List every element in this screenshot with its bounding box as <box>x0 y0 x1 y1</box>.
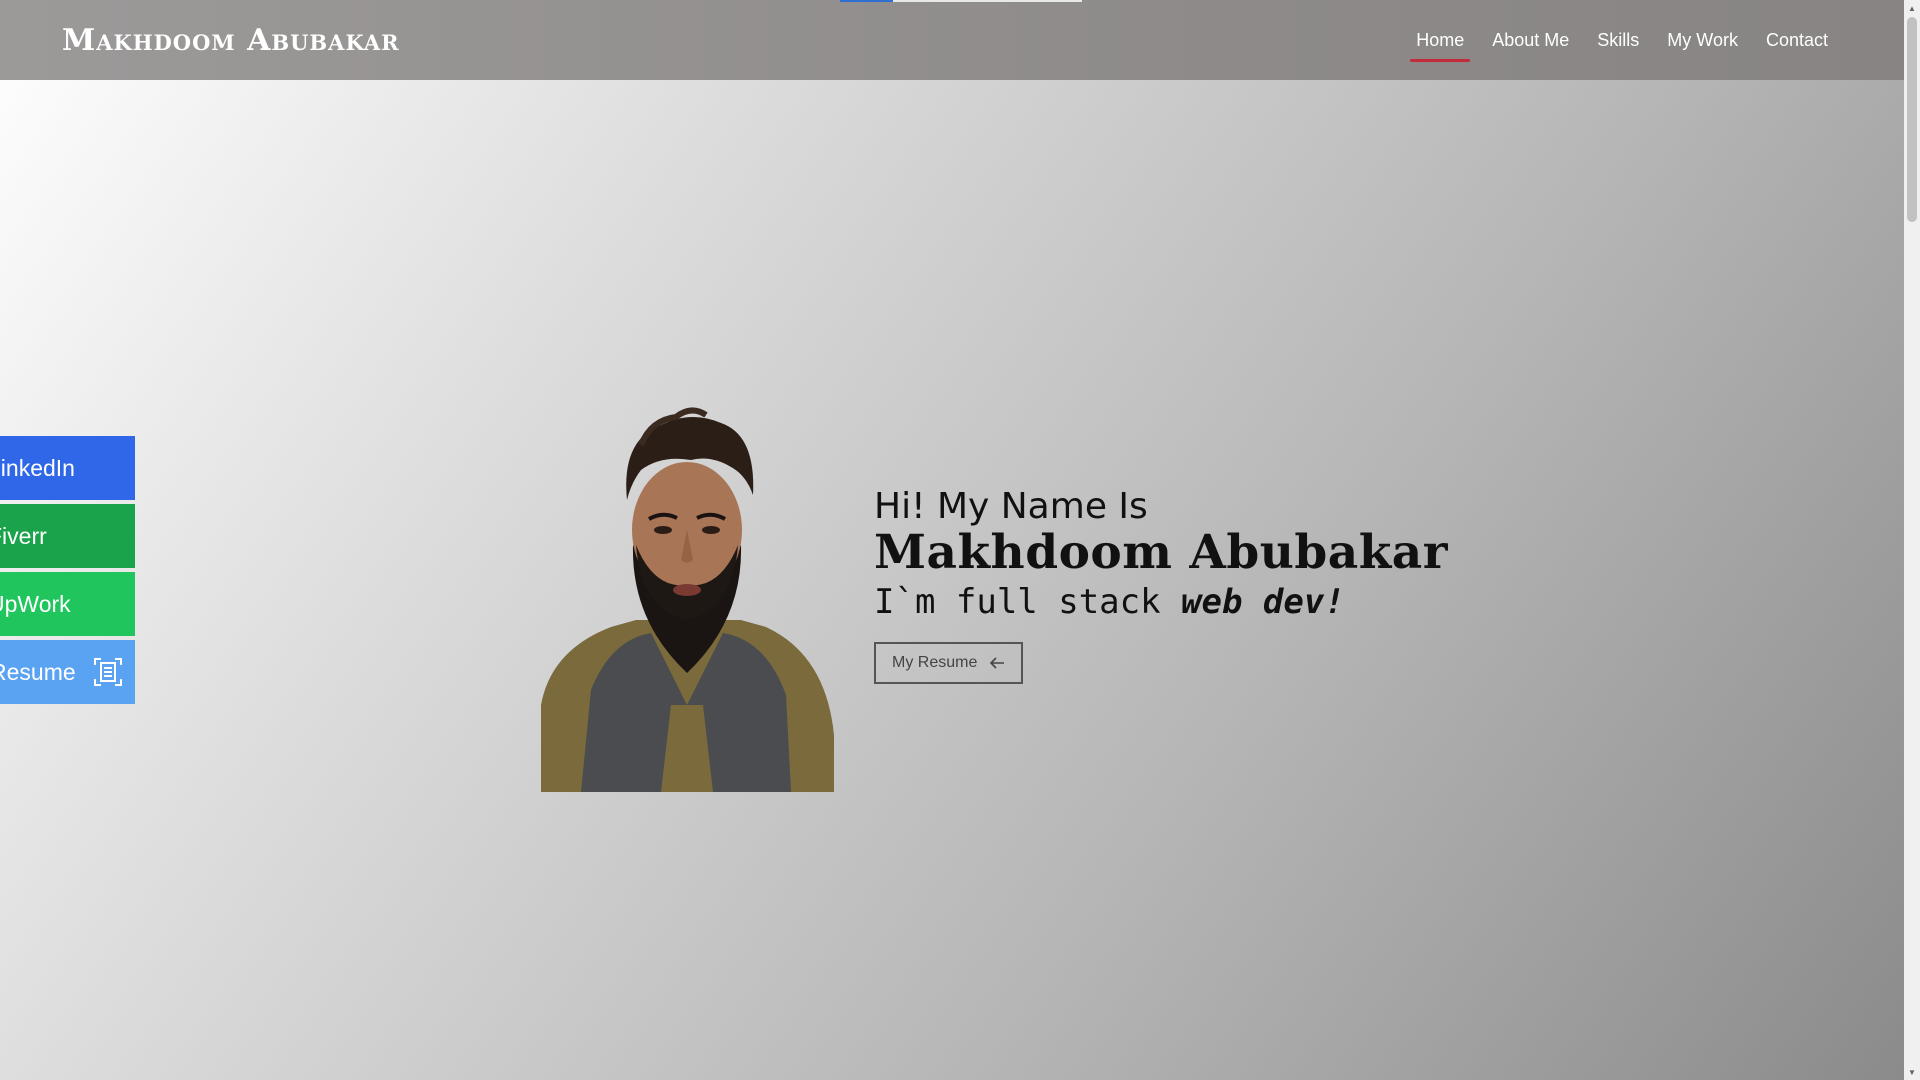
tagline-prefix: I`m full stack <box>874 582 1182 622</box>
scroll-up-arrow-icon[interactable]: ▲ <box>1904 0 1920 16</box>
social-links-panel: LinkedIn Fiverr UpWork Resume <box>0 436 135 708</box>
linkedin-link[interactable]: LinkedIn <box>0 436 135 500</box>
fiverr-link[interactable]: Fiverr <box>0 504 135 568</box>
upwork-label: UpWork <box>0 590 71 617</box>
nav-home[interactable]: Home <box>1402 22 1478 62</box>
scroll-down-arrow-icon[interactable]: ▼ <box>1904 1064 1920 1080</box>
nav-skills[interactable]: Skills <box>1583 22 1653 59</box>
scrollbar-thumb[interactable] <box>1907 17 1917 222</box>
linkedin-label: LinkedIn <box>0 454 75 481</box>
hero-greeting: Hi! My Name Is <box>874 486 1148 527</box>
hero-tagline: I`m full stack web dev! <box>874 580 1448 624</box>
page-loading-bar <box>840 0 1082 2</box>
site-header: Makhdoom Abubakar Home About Me Skills M… <box>0 0 1904 80</box>
my-resume-label: My Resume <box>892 654 978 671</box>
resume-label: Resume <box>0 658 76 685</box>
hero-text: Hi! My Name Is Makhdoom Abubakar I`m ful… <box>874 486 1448 684</box>
hero-name: Makhdoom Abubakar <box>874 525 1448 580</box>
fiverr-label: Fiverr <box>0 522 47 549</box>
nav-about-me[interactable]: About Me <box>1478 22 1583 59</box>
document-scan-icon <box>94 658 122 686</box>
my-resume-button[interactable]: My Resume <box>874 642 1024 684</box>
arrow-left-icon <box>990 657 1005 669</box>
page-loading-bar-fill <box>840 0 894 2</box>
upwork-link[interactable]: UpWork <box>0 572 135 636</box>
profile-photo <box>541 407 834 792</box>
resume-link[interactable]: Resume <box>0 640 135 704</box>
tagline-emphasis: web dev! <box>1181 582 1345 622</box>
page-scrollbar[interactable]: ▲ ▼ <box>1904 0 1920 1080</box>
main-nav: Home About Me Skills My Work Contact <box>1402 22 1842 62</box>
nav-contact[interactable]: Contact <box>1752 22 1842 59</box>
nav-my-work[interactable]: My Work <box>1653 22 1752 59</box>
site-brand[interactable]: Makhdoom Abubakar <box>62 23 400 58</box>
